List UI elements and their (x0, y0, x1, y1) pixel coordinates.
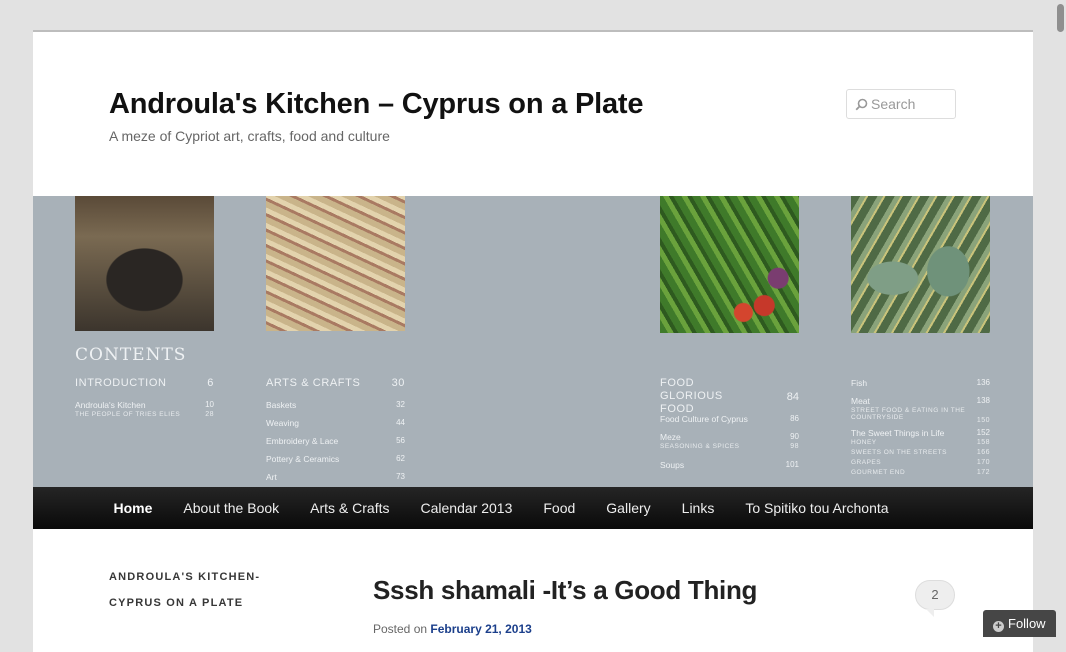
toc-introduction: INTRODUCTION 6 Androula's Kitchen 10 THE… (75, 377, 214, 421)
toc-row-label: Embroidery & Lace (266, 436, 339, 446)
nav-item-home[interactable]: Home (98, 487, 168, 529)
post-date-link[interactable]: February 21, 2013 (430, 622, 531, 636)
toc-sub-page: 170 (976, 459, 990, 466)
toc-row-page: 10 (205, 400, 214, 409)
toc-sub-label: GOURMET END (851, 469, 906, 476)
search-box[interactable] (846, 89, 956, 119)
toc-sub: THE PEOPLE OF TRIES ELIES 28 (75, 411, 214, 421)
nav-item-to-spitiko-tou-archonta[interactable]: To Spitiko tou Archonta (730, 487, 904, 529)
toc-row-page: 62 (396, 454, 405, 463)
toc-row: Weaving 44 (266, 417, 405, 435)
site-description: A meze of Cypriot art, crafts, food and … (109, 128, 390, 144)
plus-icon: + (993, 621, 1004, 632)
posted-on-label: Posted on (373, 622, 428, 636)
toc-row: Soups 101 (660, 459, 799, 477)
toc-page: 30 (391, 377, 405, 389)
header-image[interactable]: CONTENTS INTRODUCTION 6 Androula's Kitch… (33, 196, 1033, 487)
toc-row-page: 101 (785, 460, 799, 469)
nav-item-arts-crafts[interactable]: Arts & Crafts (295, 487, 405, 529)
toc-sub-label: THE PEOPLE OF TRIES ELIES (75, 411, 181, 418)
comment-count-bubble[interactable]: 2 (915, 580, 955, 617)
nav-item-about-the-book[interactable]: About the Book (168, 487, 295, 529)
toc-sub: HONEY 158 (851, 439, 990, 449)
toc-page: 6 (207, 377, 214, 389)
toc-row-page: 86 (790, 414, 799, 423)
toc-page: 84 (786, 391, 799, 403)
toc-sub-page: 166 (976, 449, 990, 456)
toc-row-label: Soups (660, 460, 685, 470)
toc-more-food: Fish 136 Meat 138 STREET FOOD & EATING IN … (851, 377, 990, 479)
follow-label: Follow (1008, 616, 1046, 631)
toc-row-label: Fish (851, 378, 868, 388)
toc-row-page: 152 (976, 428, 990, 437)
toc-sub-page: 98 (790, 443, 799, 450)
sidebar-widget-title: ANDROULA'S KITCHEN-CYPRUS ON A PLATE (109, 571, 261, 609)
toc-sub-page: 158 (976, 439, 990, 446)
toc-row: Fish 136 (851, 377, 990, 395)
toc-row-page: 90 (790, 432, 799, 441)
site-title[interactable]: Androula's Kitchen – Cyprus on a Plate (109, 88, 643, 121)
toc-sub-label: SWEETS ON THE STREETS (851, 449, 947, 456)
toc-sub-label: HONEY (851, 439, 877, 446)
toc-row: Baskets 32 (266, 399, 405, 417)
toc-heading: INTRODUCTION (75, 377, 167, 389)
toc-row: Art 73 (266, 471, 405, 487)
search-icon (855, 98, 868, 111)
toc-row-page: 136 (976, 378, 990, 387)
toc-row-page: 44 (396, 418, 405, 427)
toc-row: Embroidery & Lace 56 (266, 435, 405, 453)
toc-row-label: Meze (660, 432, 681, 442)
vegetables-photo (660, 196, 799, 333)
nav-item-gallery[interactable]: Gallery (591, 487, 666, 529)
toc-row-label: Weaving (266, 418, 299, 428)
toc-row-label: Androula's Kitchen (75, 400, 146, 410)
nav-item-links[interactable]: Links (666, 487, 730, 529)
toc-sub-page: 172 (976, 469, 990, 476)
follow-button[interactable]: + Follow (983, 610, 1056, 637)
page: Androula's Kitchen – Cyprus on a Plate A… (33, 30, 1033, 652)
toc-row-label: The Sweet Things in Life (851, 428, 945, 438)
toc-sub: GRAPES 170 (851, 459, 990, 469)
toc-row: Food Culture of Cyprus 86 (660, 413, 799, 431)
toc-arts-crafts: ARTS & CRAFTS 30 Baskets 32 Weaving 44 Emb… (266, 377, 405, 487)
toc-row-label: Art (266, 472, 277, 482)
toc-sub-page: 150 (976, 417, 990, 424)
toc-row-label: Pottery & Ceramics (266, 454, 340, 464)
clay-pot-photo (75, 196, 214, 331)
toc-sub-label: SEASONING & SPICES (660, 443, 740, 450)
toc-heading: FOOD GLORIOUS FOOD (660, 377, 723, 415)
toc-sub-page: 28 (205, 411, 214, 418)
toc-row-page: 138 (976, 396, 990, 405)
toc-heading: ARTS & CRAFTS (266, 377, 361, 389)
baskets-photo (266, 196, 405, 331)
plants-photo (851, 196, 990, 333)
nav-item-calendar-2013[interactable]: Calendar 2013 (405, 487, 528, 529)
toc-sub: STREET FOOD & EATING IN THE COUNTRYSIDE 1… (851, 407, 989, 427)
toc-row: Pottery & Ceramics 62 (266, 453, 405, 471)
nav-item-food[interactable]: Food (528, 487, 591, 529)
post-meta: Posted on February 21, 2013 (373, 622, 532, 636)
toc-row-label: Food Culture of Cyprus (660, 414, 748, 424)
search-input[interactable] (871, 94, 951, 114)
toc-food: FOOD GLORIOUS FOOD 84 Food Culture of Cy… (660, 377, 799, 477)
toc-row-page: 73 (396, 472, 405, 481)
toc-row-label: Meat (851, 396, 870, 406)
toc-sub: SWEETS ON THE STREETS 166 (851, 449, 990, 459)
toc-sub-label: STREET FOOD & EATING IN THE COUNTRYSIDE (851, 407, 966, 421)
contents-title: CONTENTS (75, 345, 187, 365)
toc-row-label: Baskets (266, 400, 297, 410)
toc-row-page: 32 (396, 400, 405, 409)
scrollbar-thumb[interactable] (1057, 4, 1064, 32)
post-title[interactable]: Sssh shamali -It’s a Good Thing (373, 575, 757, 606)
toc-sub: GOURMET END 172 (851, 469, 990, 479)
toc-sub: SEASONING & SPICES 98 (660, 443, 799, 453)
main-navigation: Home About the Book Arts & Crafts Calend… (33, 487, 1033, 529)
nav-menu: Home About the Book Arts & Crafts Calend… (98, 487, 904, 529)
toc-row-page: 56 (396, 436, 405, 445)
toc-sub-label: GRAPES (851, 459, 882, 466)
